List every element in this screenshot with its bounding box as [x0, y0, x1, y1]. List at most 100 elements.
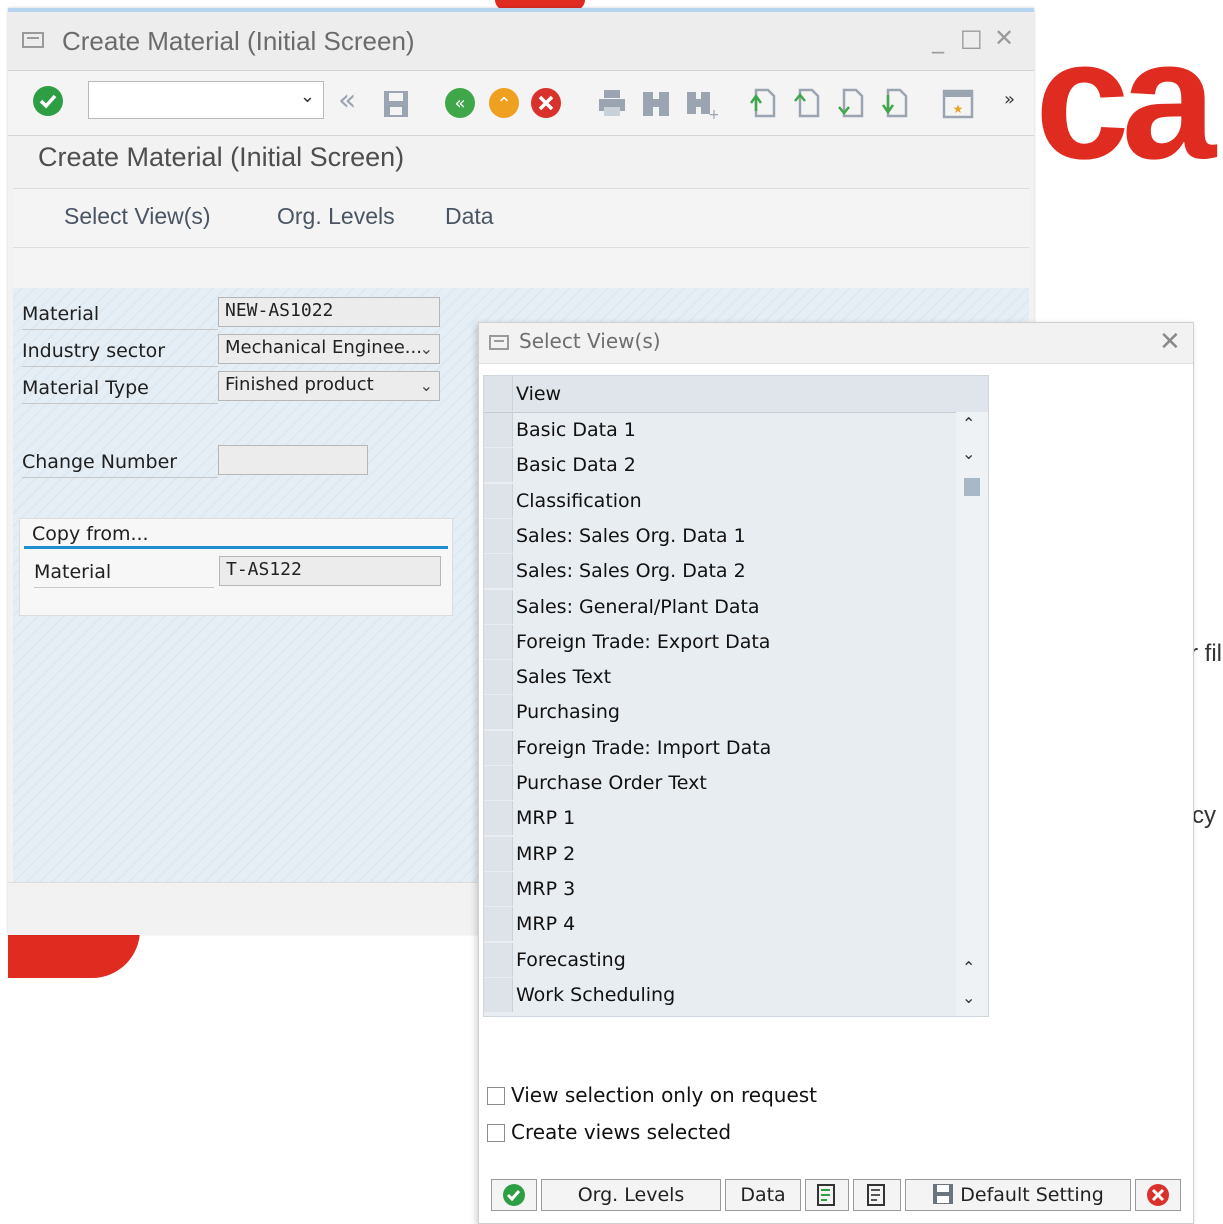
more-toolbar-button[interactable]: » [1004, 89, 1015, 110]
org-levels-button[interactable]: Org. Levels [277, 203, 395, 230]
row-selector[interactable] [484, 907, 513, 942]
close-button[interactable]: ✕ [994, 24, 1014, 52]
row-selector[interactable] [484, 624, 513, 659]
first-page-icon[interactable] [748, 87, 780, 123]
row-label: Basic Data 2 [516, 454, 636, 477]
table-row[interactable]: Sales: General/Plant Data [484, 589, 954, 626]
page-down-icon[interactable]: ⌄ [962, 988, 975, 1007]
exit-icon[interactable]: ⌃ [488, 87, 520, 123]
chevron-down-icon[interactable]: ⌄ [420, 376, 433, 395]
table-row[interactable]: MRP 2 [484, 836, 954, 873]
system-toolbar: ⌄ « « ⌃ + ★ » [8, 71, 1034, 136]
command-field[interactable]: ⌄ [88, 81, 324, 119]
select-all-cell[interactable] [484, 376, 513, 411]
view-selection-checkbox[interactable] [487, 1087, 505, 1105]
back-double-arrow-icon[interactable]: « [338, 83, 356, 118]
row-selector[interactable] [484, 977, 513, 1012]
table-row[interactable]: Purchase Order Text [484, 766, 954, 802]
row-selector[interactable] [484, 730, 513, 765]
table-row[interactable]: Sales: Sales Org. Data 2 [484, 554, 954, 591]
table-header: View [484, 376, 988, 413]
row-label: Basic Data 1 [516, 419, 636, 441]
deselect-all-button[interactable] [853, 1179, 901, 1211]
row-selector[interactable] [484, 554, 513, 589]
material-field[interactable]: NEW-AS1022 [218, 297, 440, 327]
chevron-down-icon[interactable]: ⌄ [300, 86, 315, 107]
row-selector[interactable] [484, 695, 513, 730]
table-row[interactable]: MRP 1 [484, 801, 954, 838]
scroll-down-icon[interactable]: ⌄ [962, 444, 975, 463]
back-icon[interactable]: « [444, 87, 476, 123]
table-row[interactable]: Purchasing [484, 695, 954, 732]
maximize-button[interactable]: □ [960, 24, 983, 52]
copy-material-field[interactable]: T-AS122 [219, 556, 441, 586]
chevron-down-icon[interactable]: ⌄ [420, 339, 433, 358]
scroll-thumb[interactable] [964, 478, 980, 496]
data-button[interactable]: Data [725, 1179, 801, 1211]
select-all-button[interactable] [805, 1179, 849, 1211]
column-header-view[interactable]: View [516, 383, 561, 405]
material-type-select[interactable]: Finished product ⌄ [218, 371, 440, 401]
table-row[interactable]: MRP 3 [484, 871, 954, 908]
cancel-icon[interactable] [530, 87, 562, 123]
last-page-icon[interactable] [880, 87, 912, 123]
cancel-button[interactable] [1135, 1179, 1181, 1211]
svg-text:«: « [454, 93, 465, 114]
window-menu-icon[interactable] [489, 333, 513, 357]
industry-sector-label: Industry sector [22, 340, 218, 367]
vertical-scrollbar[interactable]: ⌃ ⌄ ⌃ ⌄ [956, 412, 988, 1016]
minimize-button[interactable]: _ [932, 26, 944, 54]
find-next-icon[interactable]: + [684, 87, 720, 125]
table-row[interactable]: Sales: Sales Org. Data 1 [484, 518, 954, 555]
copy-from-panel: Copy from... Material T-AS122 [19, 518, 453, 616]
layout-menu-icon[interactable]: ★ [942, 89, 974, 123]
row-selector[interactable] [484, 589, 513, 624]
select-views-button[interactable]: Select View(s) [64, 203, 211, 230]
row-selector[interactable] [484, 871, 513, 906]
table-row[interactable]: Classification [484, 483, 954, 520]
row-selector[interactable] [484, 801, 513, 836]
row-selector[interactable] [484, 448, 513, 483]
continue-button[interactable] [491, 1179, 537, 1211]
row-label: Sales Text [516, 666, 612, 689]
industry-sector-select[interactable]: Mechanical Enginee... ⌄ [218, 334, 440, 364]
previous-page-icon[interactable] [792, 87, 824, 123]
row-selector[interactable] [484, 766, 513, 800]
dialog-title: Select View(s) [519, 329, 661, 353]
table-row[interactable]: Basic Data 1 [484, 413, 954, 449]
row-selector[interactable] [484, 942, 513, 977]
cancel-icon [1147, 1184, 1169, 1206]
row-label: Foreign Trade: Import Data [516, 736, 772, 759]
table-row[interactable]: Basic Data 2 [484, 448, 954, 485]
table-row[interactable]: Sales Text [484, 660, 954, 697]
table-row[interactable]: Work Scheduling [484, 977, 954, 1014]
row-selector[interactable] [484, 413, 513, 447]
org-levels-button[interactable]: Org. Levels [541, 1179, 721, 1211]
find-icon[interactable] [640, 87, 672, 123]
change-number-field[interactable] [218, 445, 368, 475]
next-page-icon[interactable] [836, 87, 868, 123]
data-button[interactable]: Data [445, 203, 494, 230]
row-selector[interactable] [484, 660, 513, 695]
print-icon[interactable] [596, 87, 628, 123]
window-menu-icon[interactable] [22, 30, 46, 54]
select-views-dialog: Select View(s) ✕ View Basic Data 1 Basic … [478, 322, 1194, 1224]
row-selector[interactable] [484, 518, 513, 553]
enter-icon[interactable] [32, 85, 64, 121]
page-title: Create Material (Initial Screen) [38, 142, 405, 172]
table-row[interactable]: MRP 4 [484, 907, 954, 944]
table-row[interactable]: Foreign Trade: Import Data [484, 730, 954, 767]
row-selector[interactable] [484, 483, 513, 518]
row-label: Sales: Sales Org. Data 2 [516, 560, 746, 583]
default-setting-button[interactable]: Default Setting [905, 1179, 1131, 1211]
page-up-icon[interactable]: ⌃ [962, 958, 975, 977]
row-selector[interactable] [484, 836, 513, 871]
close-icon[interactable]: ✕ [1159, 327, 1181, 357]
table-row[interactable]: Foreign Trade: Export Data [484, 624, 954, 661]
create-views-checkbox[interactable] [487, 1124, 505, 1142]
row-label: Work Scheduling [516, 983, 676, 1006]
save-icon[interactable] [382, 89, 410, 123]
table-row[interactable]: Forecasting [484, 942, 954, 979]
scroll-up-icon[interactable]: ⌃ [962, 414, 975, 433]
save-icon [933, 1184, 954, 1204]
